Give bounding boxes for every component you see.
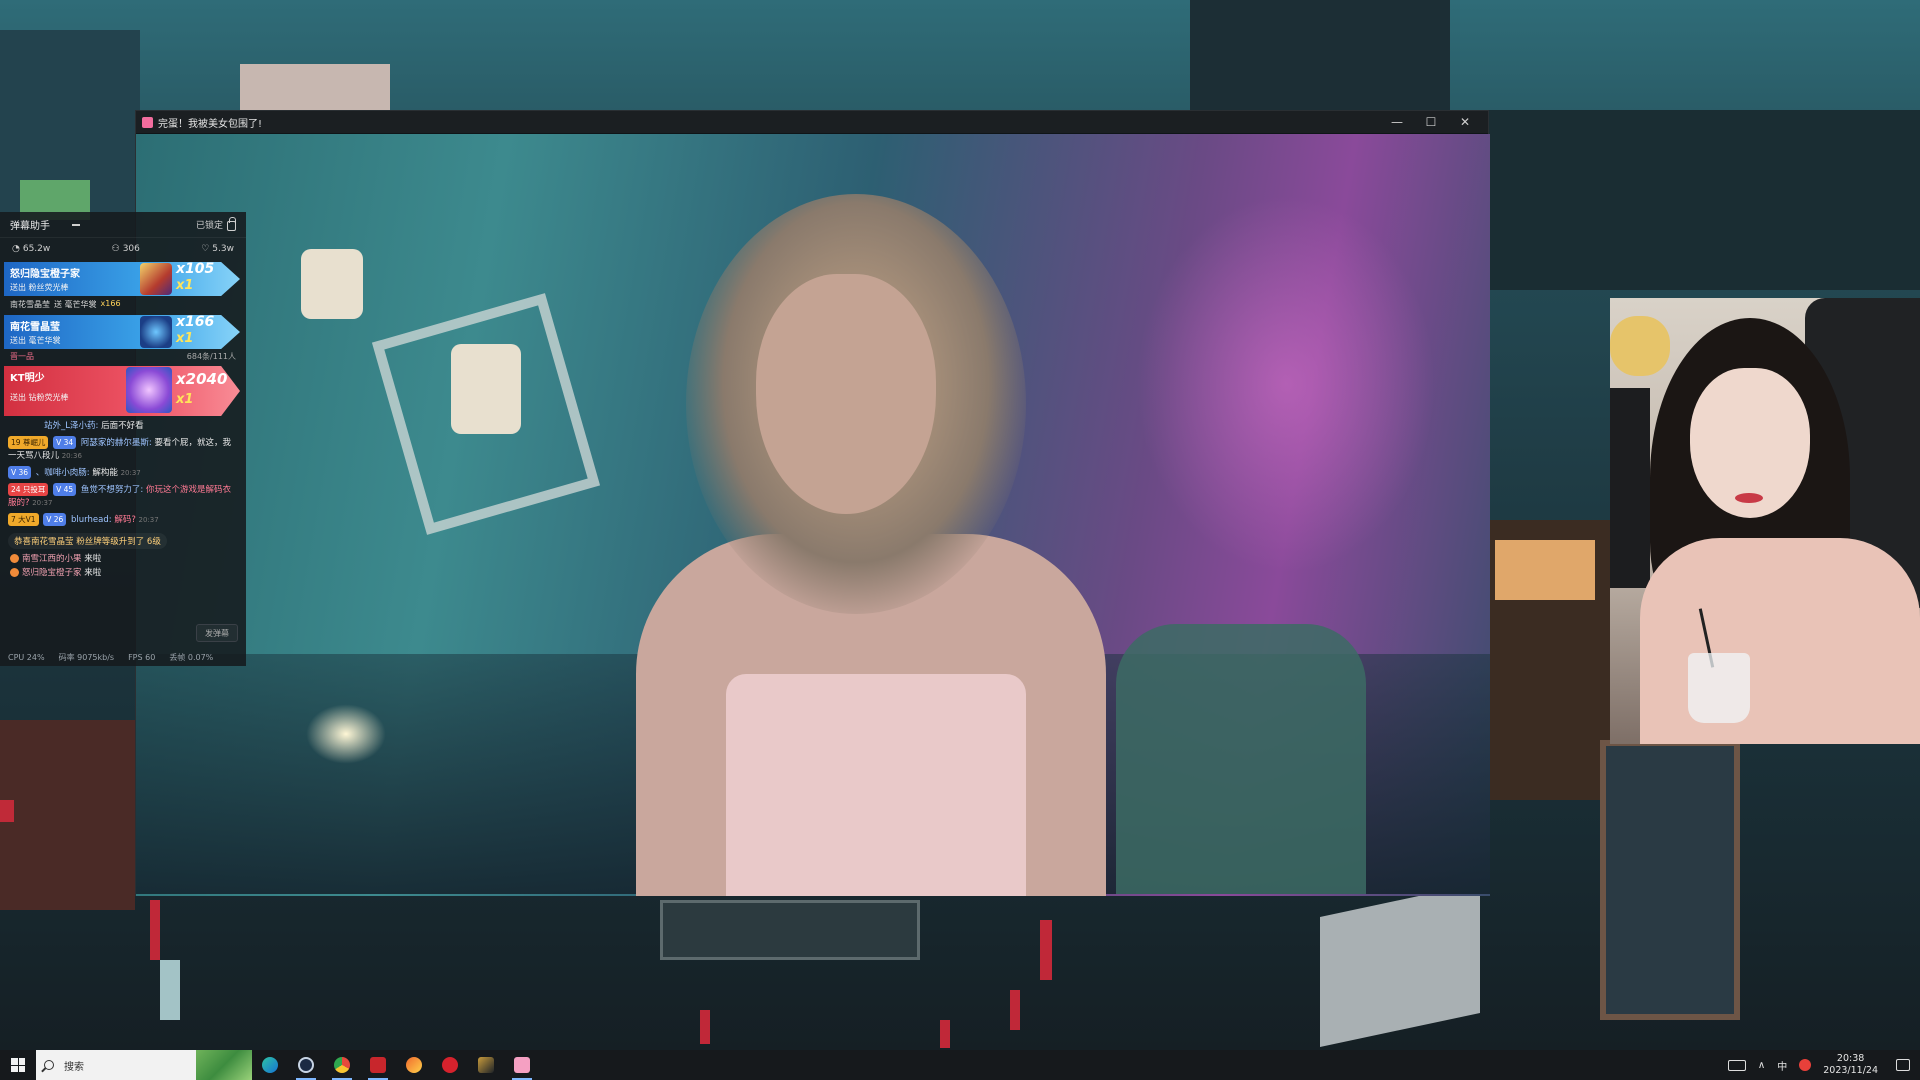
close-button[interactable]: ✕ [1448, 111, 1482, 133]
minimize-button[interactable]: — [1380, 111, 1414, 133]
windows-logo-icon [11, 1058, 25, 1072]
app2-icon[interactable] [396, 1050, 432, 1080]
gift-summary-row: 晋一品 684条/111人 [10, 352, 236, 361]
frame-drop: 丢帧 0.07% [169, 652, 214, 662]
netease-music-icon[interactable] [432, 1050, 468, 1080]
ime-indicator[interactable]: 中 [1777, 1058, 1787, 1073]
bitrate: 码率 9075kb/s [58, 652, 115, 662]
edge-icon[interactable] [252, 1050, 288, 1080]
fan-badge: 7 大V1 [8, 513, 39, 526]
maximize-button[interactable]: ☐ [1414, 111, 1448, 133]
search-placeholder: 搜索 [64, 1061, 84, 1073]
chat-message: 24 只投耳 V 45 鱼觉不想努力了: 你玩这个游戏是解码衣服的? 20:37 [8, 483, 231, 508]
chat-message: 7 大V1 V 26 blurhead: 解码? 20:37 [8, 513, 238, 527]
streamer-webcam [1610, 298, 1920, 744]
fps: FPS 60 [128, 652, 156, 662]
notification-icon[interactable] [1896, 1059, 1910, 1071]
gift-info-line: 南花雪晶莹 送 毫芒华裳 x166 [10, 299, 121, 309]
heart-icon: ♡ [201, 244, 210, 254]
fan-badge: 19 尊崛儿 [8, 436, 49, 449]
keyboard-icon[interactable] [1727, 1059, 1746, 1071]
chat-message: 站外_L泽小药: 后面不好看 [44, 421, 144, 431]
chat-message: V 36 、咖啡小肉肠: 解构能 20:37 [8, 466, 238, 480]
sogou-ime-icon[interactable] [1799, 1059, 1812, 1071]
windows-taskbar: 搜索 ∧ 中 20:38 2023/11/24 [0, 1050, 1920, 1080]
gift-card: 南花雪晶莹 送出 毫芒华裳 x166 x1 [4, 315, 240, 349]
chat-message: 19 尊崛儿 V 34 阿瑟家的赫尔墨斯: 要看个屁，就这，我一天骂八段儿 20… [8, 436, 231, 461]
clock-date: 2023/11/24 [1823, 1065, 1878, 1076]
league-icon[interactable] [468, 1050, 504, 1080]
fire-icon: ◔ [12, 244, 20, 254]
gift-card: KT明少 送出 钻粉荧光棒 x2040 x1 [4, 366, 240, 416]
lock-icon[interactable] [227, 217, 236, 231]
app-icon[interactable] [360, 1050, 396, 1080]
user-avatar-icon [10, 568, 19, 577]
video-player-window[interactable]: 完蛋！我被美女包围了! — ☐ ✕ [135, 110, 1490, 896]
cpu-usage: CPU 24% [8, 652, 45, 662]
likes-stat: ♡ 5.3w [201, 244, 234, 254]
player-app-icon [142, 116, 153, 128]
player-title: 完蛋！我被美女包围了! [158, 118, 263, 130]
viewers-stat: ⚇ 306 [111, 244, 140, 254]
danmaku-helper-panel[interactable]: 弹幕助手 已锁定 ◔ 65.2w ⚇ 306 ♡ 5.3w 怒归隐宝橙子家 送出 粉丝… [0, 212, 246, 666]
chevron-up-icon[interactable]: ∧ [1758, 1060, 1765, 1071]
panel-minimize-icon[interactable] [72, 223, 80, 226]
danmaku-panel-header: 弹幕助手 已锁定 [0, 212, 246, 238]
player-titlebar[interactable]: 完蛋！我被美女包围了! — ☐ ✕ [136, 111, 1488, 133]
search-icon [44, 1060, 54, 1070]
send-danmaku-button[interactable]: 发弹幕 [196, 624, 238, 642]
clock-time: 20:38 [1836, 1053, 1865, 1064]
taskbar-search[interactable]: 搜索 [36, 1050, 252, 1080]
popularity-stat: ◔ 65.2w [12, 244, 51, 254]
level-badge: V 34 [53, 436, 77, 449]
live-app-icon[interactable] [504, 1050, 540, 1080]
video-frame[interactable] [136, 134, 1490, 896]
level-up-notice: 恭喜南花雪晶莹 粉丝牌等级升到了 6级 [8, 533, 167, 549]
fan-badge: 24 只投耳 [8, 483, 49, 496]
search-highlight-image [196, 1050, 252, 1080]
lock-status-label: 已锁定 [195, 221, 223, 231]
level-badge: V 36 [8, 466, 32, 479]
gift-image [126, 367, 172, 413]
clock[interactable]: 20:38 2023/11/24 [1823, 1053, 1878, 1077]
level-badge: V 45 [53, 483, 77, 496]
chat-list[interactable]: 站外_L泽小药: 后面不好看 19 尊崛儿 V 34 阿瑟家的赫尔墨斯: 要看个… [0, 416, 246, 552]
level-badge: V 26 [43, 513, 67, 526]
chrome-icon[interactable] [324, 1050, 360, 1080]
gift-card: 怒归隐宝橙子家 送出 粉丝荧光棒 x105 x1 [4, 262, 240, 296]
gift-image [140, 263, 172, 295]
danmaku-panel-title: 弹幕助手 [10, 221, 50, 232]
steam-icon[interactable] [288, 1050, 324, 1080]
system-tray: ∧ 中 20:38 2023/11/24 [1727, 1053, 1920, 1077]
stream-stats: ◔ 65.2w ⚇ 306 ♡ 5.3w [0, 238, 246, 260]
user-avatar-icon [10, 554, 19, 563]
start-button[interactable] [0, 1050, 36, 1080]
stream-perf-footer: CPU 24% 码率 9075kb/s FPS 60 丢帧 0.07% [0, 648, 246, 666]
user-icon: ⚇ [111, 244, 120, 254]
gift-image [140, 316, 172, 348]
enter-notice: 怒归隐宝橙子家 来啦 [0, 566, 246, 580]
enter-notice: 南雪江西的小果 来啦 [0, 552, 246, 566]
